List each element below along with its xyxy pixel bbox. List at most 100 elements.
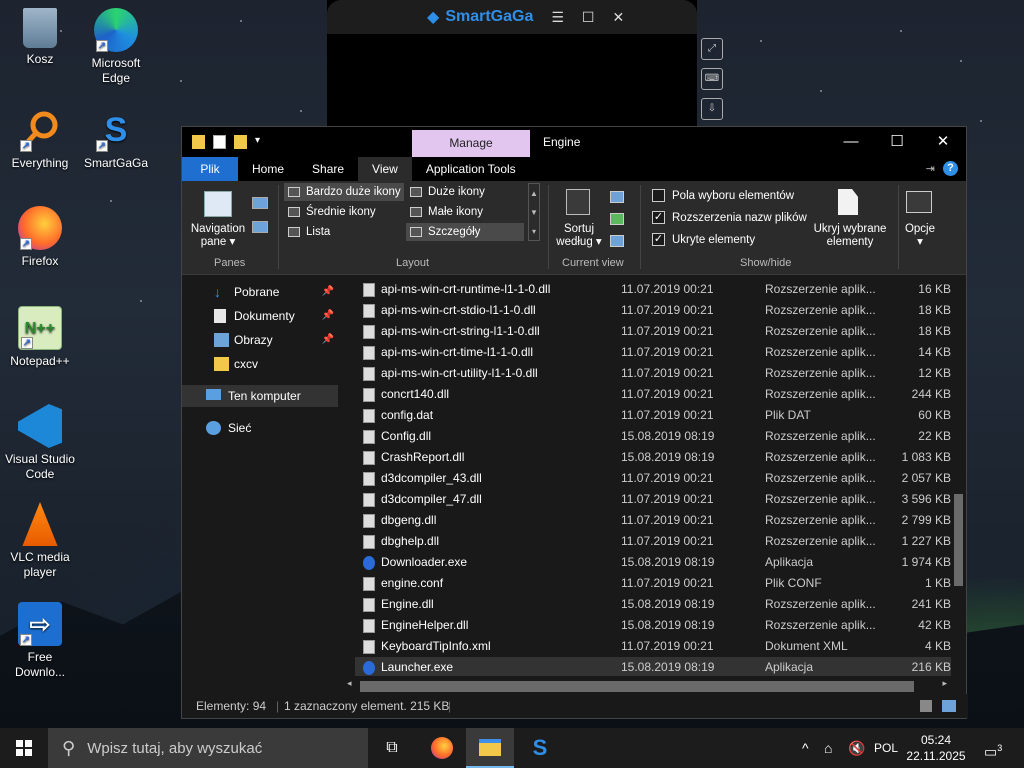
- file-row[interactable]: Launcher.exe 15.08.2019 08:19 Aplikacja 216…: [355, 657, 951, 676]
- layout-large-icons[interactable]: Duże ikony: [406, 183, 524, 201]
- nav-item-documents[interactable]: Dokumenty 📌: [182, 305, 338, 327]
- input-language[interactable]: POL: [874, 728, 898, 768]
- scrollbar-thumb[interactable]: [360, 681, 914, 692]
- large-icons-view-icon[interactable]: [942, 700, 956, 712]
- layout-extra-large-icons[interactable]: Bardzo duże ikony: [284, 183, 404, 201]
- layout-medium-icons[interactable]: Średnie ikony: [284, 203, 404, 221]
- maximize-icon[interactable]: ☐: [582, 9, 595, 26]
- checkbox-checked[interactable]: ✓: [652, 233, 665, 246]
- checkbox-item-check-boxes[interactable]: Pola wyboru elementów: [652, 189, 794, 203]
- close-button[interactable]: ✕: [920, 127, 966, 157]
- network-icon[interactable]: ⌂: [824, 728, 832, 768]
- clock[interactable]: 05:24 22.11.2025: [900, 732, 972, 764]
- file-row[interactable]: d3dcompiler_47.dll 11.07.2019 00:21 Rozsze…: [355, 489, 951, 510]
- close-icon[interactable]: ✕: [612, 9, 624, 26]
- start-button[interactable]: [0, 728, 48, 768]
- minimize-button[interactable]: —: [828, 127, 874, 157]
- file-row[interactable]: Downloader.exe 15.08.2019 08:19 Aplikacja 1…: [355, 552, 951, 573]
- file-row[interactable]: concrt140.dll 11.07.2019 00:21 Rozszerzeni…: [355, 384, 951, 405]
- group-by-icon[interactable]: [610, 191, 624, 203]
- layout-details[interactable]: Szczegóły: [406, 223, 524, 241]
- file-row[interactable]: Engine.dll 15.08.2019 08:19 Rozszerzenie a…: [355, 594, 951, 615]
- layout-small-icons[interactable]: Małe ikony: [406, 203, 524, 221]
- checkbox-hidden-items[interactable]: ✓ Ukryte elementy: [652, 233, 755, 247]
- file-row[interactable]: api-ms-win-crt-stdio-l1-1-0.dll 11.07.201…: [355, 300, 951, 321]
- file-row[interactable]: d3dcompiler_43.dll 11.07.2019 00:21 Rozsze…: [355, 468, 951, 489]
- tab-home[interactable]: Home: [238, 157, 298, 181]
- add-columns-icon[interactable]: [610, 213, 624, 225]
- tab-manage[interactable]: Manage: [412, 130, 530, 157]
- nav-item-pictures[interactable]: Obrazy 📌: [182, 329, 338, 351]
- size-columns-icon[interactable]: [610, 235, 624, 247]
- taskbar-firefox[interactable]: [418, 728, 466, 768]
- navigation-pane-button[interactable]: Navigation pane ▾: [190, 223, 246, 249]
- layout-list[interactable]: Lista: [284, 223, 404, 241]
- file-row[interactable]: api-ms-win-crt-utility-l1-1-0.dll 11.07.2…: [355, 363, 951, 384]
- checkbox-checked[interactable]: ✓: [652, 211, 665, 224]
- file-row[interactable]: dbghelp.dll 11.07.2019 00:21 Rozszerzenie …: [355, 531, 951, 552]
- desktop-icon-free-download-manager[interactable]: ⇨ ↗ Free Downlo...: [4, 602, 76, 680]
- navigation-pane-icon[interactable]: [204, 191, 232, 217]
- details-view-icon[interactable]: [920, 700, 932, 712]
- taskbar-smartgaga[interactable]: S: [516, 728, 564, 768]
- vertical-scrollbar[interactable]: [952, 276, 964, 676]
- file-row[interactable]: CrashReport.dll 15.08.2019 08:19 Rozszerze…: [355, 447, 951, 468]
- smartgaga-window[interactable]: ◆ SmartGaGa ☰ ☐ ✕: [327, 0, 697, 130]
- layout-scroll-buttons[interactable]: ▲ ▼ ▾: [528, 183, 540, 241]
- file-row[interactable]: config.dat 11.07.2019 00:21 Plik DAT 60 KB: [355, 405, 951, 426]
- new-folder-icon[interactable]: [234, 135, 247, 149]
- file-row[interactable]: dbgeng.dll 11.07.2019 00:21 Rozszerzenie a…: [355, 510, 951, 531]
- desktop-icon-everything[interactable]: ↗ Everything: [4, 108, 76, 171]
- nav-item-network[interactable]: Sieć: [182, 417, 338, 439]
- file-row[interactable]: KeyboardTipInfo.xml 11.07.2019 00:21 Dokum…: [355, 636, 951, 657]
- nav-item-cxcv[interactable]: cxcv: [182, 353, 338, 375]
- notifications-icon[interactable]: ▭3: [984, 728, 1002, 768]
- sort-by-button[interactable]: Sortuj według ▾: [554, 223, 604, 249]
- hide-selected-icon[interactable]: [838, 189, 858, 215]
- desktop-icon-edge[interactable]: ↗ Microsoft Edge: [80, 8, 152, 86]
- pin-ribbon-icon[interactable]: ⇥: [926, 162, 935, 175]
- checkbox-unchecked[interactable]: [652, 189, 665, 202]
- volume-muted-icon[interactable]: 🔇: [848, 728, 865, 768]
- tab-file[interactable]: Plik: [182, 157, 238, 181]
- tab-view[interactable]: View: [358, 157, 412, 181]
- file-explorer-window[interactable]: ▾ Manage Engine — ☐ ✕ Plik Home Share Vi…: [181, 126, 968, 719]
- checkbox-file-extensions[interactable]: ✓ Rozszerzenia nazw plików: [652, 211, 807, 225]
- file-row[interactable]: api-ms-win-crt-runtime-l1-1-0.dll 11.07.2…: [355, 279, 951, 300]
- preview-pane-icon[interactable]: [252, 197, 268, 209]
- help-icon[interactable]: ?: [943, 161, 958, 176]
- file-row[interactable]: Config.dll 15.08.2019 08:19 Rozszerzenie a…: [355, 426, 951, 447]
- file-row[interactable]: EngineHelper.dll 15.08.2019 08:19 Rozszerz…: [355, 615, 951, 636]
- desktop-icon-vlc[interactable]: VLC media player: [4, 502, 76, 580]
- details-pane-icon[interactable]: [252, 221, 268, 233]
- taskbar-search[interactable]: ⚲ Wpisz tutaj, aby wyszukać: [48, 728, 368, 768]
- show-hidden-icons-icon[interactable]: ^: [802, 728, 809, 768]
- maximize-button[interactable]: ☐: [874, 127, 920, 157]
- apk-install-icon[interactable]: ⇩: [701, 98, 723, 120]
- scrollbar-thumb[interactable]: [954, 494, 963, 586]
- keyboard-icon[interactable]: ⌨: [701, 68, 723, 90]
- desktop-icon-recycle-bin[interactable]: Kosz: [4, 8, 76, 67]
- desktop-icon-smartgaga[interactable]: S ↗ SmartGaGa: [80, 108, 152, 171]
- nav-item-this-pc[interactable]: Ten komputer: [182, 385, 338, 407]
- tab-share[interactable]: Share: [298, 157, 358, 181]
- file-row[interactable]: api-ms-win-crt-string-l1-1-0.dll 11.07.20…: [355, 321, 951, 342]
- file-row[interactable]: api-ms-win-crt-time-l1-1-0.dll 11.07.2019…: [355, 342, 951, 363]
- customize-qat-icon[interactable]: ▾: [255, 135, 260, 149]
- properties-icon[interactable]: [213, 135, 226, 149]
- tab-application-tools[interactable]: Application Tools: [412, 157, 530, 181]
- desktop-icon-notepadpp[interactable]: N++ ↗ Notepad++: [4, 306, 76, 369]
- options-icon[interactable]: [906, 191, 932, 213]
- sort-by-icon[interactable]: [566, 189, 590, 215]
- file-row[interactable]: engine.conf 11.07.2019 00:21 Plik CONF 1 KB: [355, 573, 951, 594]
- menu-icon[interactable]: ☰: [551, 9, 564, 26]
- horizontal-scrollbar[interactable]: ◂ ▸: [344, 678, 950, 694]
- folder-icon[interactable]: [192, 135, 205, 149]
- task-view-button[interactable]: ⧉: [368, 728, 416, 768]
- nav-item-downloads[interactable]: ↓ Pobrane 📌: [182, 281, 338, 303]
- explorer-titlebar[interactable]: ▾ Manage Engine — ☐ ✕: [182, 127, 966, 157]
- fullscreen-icon[interactable]: ⤢: [701, 38, 723, 60]
- taskbar-file-explorer[interactable]: [466, 728, 514, 768]
- options-button[interactable]: Opcje ▾: [898, 223, 942, 249]
- smartgaga-titlebar[interactable]: ◆ SmartGaGa ☰ ☐ ✕: [327, 0, 697, 34]
